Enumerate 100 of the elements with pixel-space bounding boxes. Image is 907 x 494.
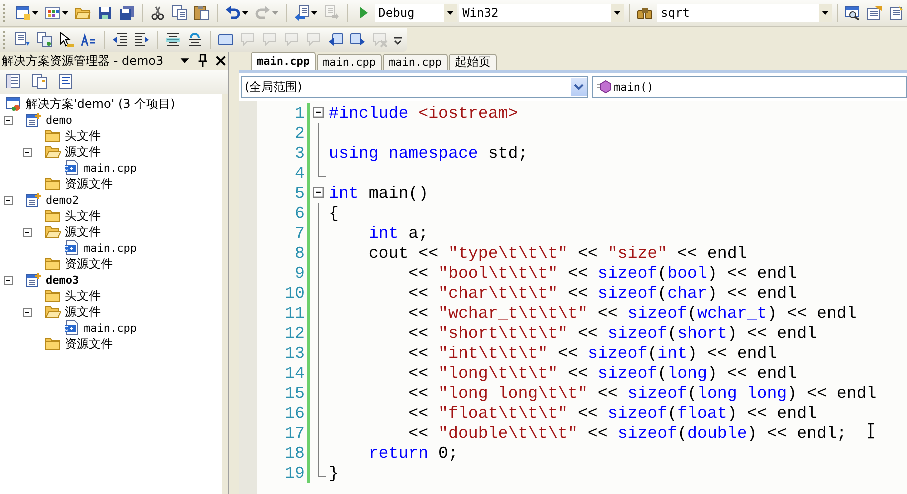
folder-icon (45, 208, 61, 224)
line-number: 13 (284, 344, 305, 362)
code-line: #include <iostream> (329, 104, 518, 122)
clipboard-icon (194, 5, 210, 21)
copy-button[interactable] (170, 3, 190, 23)
code-line: << "double\t\t\t" << sizeof(double) << endl; (408, 424, 847, 442)
line-number: 15 (284, 384, 305, 402)
tree-item[interactable]: 头文件 (0, 288, 222, 304)
window-magnifier-icon (845, 5, 861, 21)
line-number: 18 (284, 444, 305, 462)
tree-item[interactable]: 解决方案'demo' (3 个项目) (0, 96, 222, 112)
tree-item[interactable]: 源文件 (0, 144, 222, 160)
code-line: << "int\t\t\t" << sizeof(int) << endl (408, 344, 778, 362)
clear-bookmarks-icon (372, 32, 388, 48)
folder-icon (45, 256, 61, 272)
code-line: << "short\t\t\t" << sizeof(short) << endl (408, 324, 817, 342)
line-number: 14 (284, 364, 305, 382)
line-number: 19 (284, 464, 305, 482)
tree-item[interactable]: 资源文件 (0, 176, 222, 192)
file-tab[interactable]: main.cpp (251, 52, 316, 70)
configuration-dropdown[interactable]: Debug (374, 4, 457, 22)
binoculars-icon (637, 5, 654, 21)
collapse-toggle-icon[interactable] (313, 107, 324, 118)
code-line: << "bool\t\t\t" << sizeof(bool) << endl (408, 264, 798, 282)
folder-icon (45, 288, 61, 304)
pin-icon (196, 54, 210, 68)
find-dropdown[interactable]: sqrt (657, 4, 832, 22)
folder-icon (45, 128, 61, 144)
document-back-icon (294, 5, 310, 21)
tree-item[interactable]: 头文件 (0, 208, 222, 224)
open-folder-icon (45, 304, 61, 320)
line-number: 3 (294, 144, 305, 162)
tree-item[interactable]: 源文件 (0, 224, 222, 240)
document-star-icon (867, 5, 883, 21)
caret-icon (822, 11, 830, 15)
method-icon (596, 79, 612, 95)
speech-bubble-icon (262, 32, 278, 48)
caret-icon (32, 11, 39, 15)
tree-item[interactable]: main.cpp (0, 160, 222, 176)
file-tab[interactable]: main.cpp (382, 54, 448, 70)
solution-icon (6, 96, 22, 112)
tree-item[interactable]: demo (0, 112, 222, 128)
line-number: 16 (284, 404, 305, 422)
tree-item[interactable]: demo2 (0, 192, 222, 208)
close-icon (214, 54, 228, 68)
code-line: return 0; (368, 444, 458, 462)
file-tab[interactable]: 起始页 (448, 54, 497, 70)
project-icon (26, 272, 42, 288)
fold-end-line (318, 463, 326, 477)
speech-bubble-icon (240, 32, 256, 48)
collapse-toggle-icon[interactable] (313, 187, 324, 198)
line-number: 7 (294, 224, 305, 242)
document-star-button[interactable] (865, 3, 885, 23)
line-number: 17 (284, 424, 305, 442)
tree-item[interactable]: demo3 (0, 272, 222, 288)
scope-dropdown[interactable]: (全局范围) (241, 76, 588, 98)
text-cursor-icon (867, 423, 875, 439)
caret-icon (62, 11, 69, 15)
speech-bubble-icon (284, 32, 300, 48)
clipboard-button[interactable] (192, 3, 212, 23)
tree-item[interactable]: main.cpp (0, 240, 222, 256)
indent-icon (134, 32, 150, 48)
cpp-file-icon (64, 320, 80, 336)
line-number: 9 (294, 264, 305, 282)
cpp-file-icon (64, 160, 80, 176)
file-tab[interactable]: main.cpp (316, 54, 382, 70)
grid-icon (44, 5, 61, 21)
document-icon (6, 74, 22, 90)
code-line: << "long\t\t\t" << sizeof(long) << endl (408, 364, 798, 382)
uncomment-lines-icon (187, 32, 203, 48)
open-folder-icon (45, 144, 61, 160)
show-all-files-button[interactable] (30, 72, 50, 92)
tree-item[interactable]: 头文件 (0, 128, 222, 144)
code-line: { (329, 204, 339, 222)
member-dropdown[interactable]: main() (592, 76, 907, 98)
scissors-icon (150, 5, 166, 21)
line-number: 11 (284, 304, 305, 322)
comment-lines-icon (165, 32, 181, 48)
platform-dropdown[interactable]: Win32 (458, 4, 624, 22)
floppy-disks-icon (118, 5, 135, 21)
next-bookmark-icon (350, 32, 366, 48)
tree-item[interactable]: 源文件 (0, 304, 222, 320)
tree-item[interactable]: main.cpp (0, 320, 222, 336)
document-list-icon (15, 32, 31, 48)
code-line: using namespace std; (329, 144, 528, 162)
caret-icon (310, 11, 318, 15)
code-line: << "float\t\t\t" << sizeof(float) << endl (408, 404, 817, 422)
redo-icon (254, 5, 271, 21)
tree-item[interactable]: 资源文件 (0, 336, 222, 352)
line-number: 2 (294, 124, 305, 142)
pointer-icon (59, 32, 75, 48)
caret-icon (242, 11, 249, 15)
speech-bubble-icon (306, 32, 322, 48)
documents-button[interactable] (35, 30, 55, 50)
document-pencil-icon (889, 5, 905, 21)
line-number: 6 (294, 204, 305, 222)
line-number: 5 (294, 184, 305, 202)
code-line: << "long long\t\t" << sizeof(long long) << endl (408, 384, 877, 402)
tree-item[interactable]: 资源文件 (0, 256, 222, 272)
code-line: << "char\t\t\t" << sizeof(char) << endl (408, 284, 798, 302)
